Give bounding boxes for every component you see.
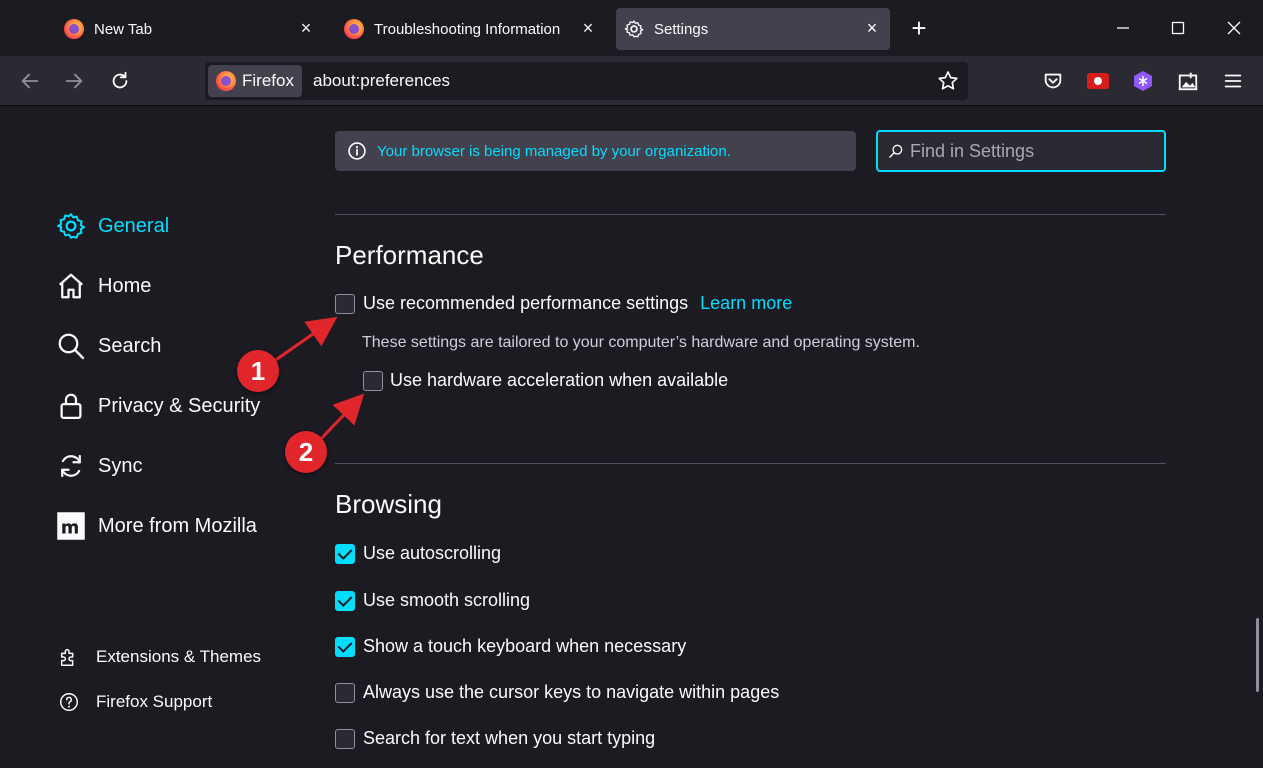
annotation-badge-1: 1 [237, 350, 279, 392]
sidebar-item-privacy[interactable]: Privacy & Security [56, 389, 260, 423]
sidebar-item-more-from-mozilla[interactable]: More from Mozilla [56, 509, 257, 543]
sidebar-item-label: Firefox Support [96, 692, 213, 711]
hardware-acceleration-row: Use hardware acceleration when available [363, 370, 728, 391]
smooth-scrolling-checkbox[interactable] [335, 590, 355, 611]
recommended-performance-label[interactable]: Use recommended performance settings [363, 293, 688, 314]
managed-notice-text: Your browser is being managed by your or… [377, 142, 731, 160]
tab-new-tab[interactable]: New Tab × [56, 8, 324, 50]
sidebar-item-extensions[interactable]: Extensions & Themes [58, 644, 261, 670]
search-icon [889, 144, 903, 158]
nav-bar: Firefox about:preferences [0, 56, 1263, 106]
firefox-logo-icon [344, 19, 364, 39]
gear-icon [57, 213, 85, 239]
cursor-keys-label[interactable]: Always use the cursor keys to navigate w… [363, 682, 779, 703]
sidebar-item-label: Sync [98, 454, 143, 477]
sidebar-item-label: Extensions & Themes [96, 647, 262, 666]
tab-strip: New Tab × Troubleshooting Information × … [0, 0, 1263, 56]
tab-title: Settings [654, 20, 709, 38]
hardware-acceleration-checkbox[interactable] [363, 370, 383, 391]
autoscrolling-row: Use autoscrolling [335, 543, 501, 564]
sidebar-item-general[interactable]: General [56, 209, 169, 243]
sidebar-item-sync[interactable]: Sync [56, 449, 142, 483]
help-icon [60, 693, 78, 711]
tab-close-icon[interactable]: × [862, 18, 882, 38]
arrow-right-icon[interactable] [58, 65, 90, 97]
home-icon [59, 273, 83, 299]
hamburger-icon[interactable] [1220, 68, 1246, 94]
minimize-icon[interactable] [1107, 12, 1139, 44]
sidebar-item-support[interactable]: Firefox Support [58, 689, 212, 715]
tab-close-icon[interactable]: × [578, 18, 598, 38]
maximize-icon[interactable] [1162, 12, 1194, 44]
search-placeholder: Find in Settings [910, 140, 1035, 161]
extension-purple-icon[interactable] [1130, 68, 1156, 94]
gear-icon [624, 20, 644, 38]
reload-icon[interactable] [104, 65, 136, 97]
browsing-heading: Browsing [335, 489, 442, 519]
sidebar-item-home[interactable]: Home [56, 269, 151, 303]
sync-icon [61, 454, 81, 478]
performance-description: These settings are tailored to your comp… [362, 334, 920, 351]
firefox-logo-icon [64, 19, 84, 39]
recommended-performance-checkbox[interactable] [335, 293, 355, 314]
performance-heading: Performance [335, 240, 484, 270]
firefox-logo-icon [216, 71, 236, 91]
sidebar-item-label: More from Mozilla [98, 514, 257, 537]
section-divider [335, 463, 1166, 464]
scrollbar-thumb[interactable] [1256, 618, 1259, 692]
sidebar-item-label: General [98, 214, 170, 237]
touch-keyboard-row: Show a touch keyboard when necessary [335, 636, 686, 657]
url-input[interactable]: about:preferences [313, 71, 450, 91]
puzzle-icon [60, 648, 74, 666]
recommended-performance-row: Use recommended performance settings Lea… [335, 293, 792, 314]
touch-keyboard-label[interactable]: Show a touch keyboard when necessary [363, 636, 686, 657]
close-icon[interactable] [1218, 12, 1250, 44]
tab-close-icon[interactable]: × [296, 18, 316, 38]
mozilla-icon [57, 512, 85, 540]
url-bar[interactable]: Firefox about:preferences [205, 62, 968, 100]
tab-settings[interactable]: Settings × [616, 8, 890, 50]
section-divider [335, 214, 1166, 215]
cursor-keys-row: Always use the cursor keys to navigate w… [335, 682, 779, 703]
arrow-left-icon[interactable] [14, 65, 46, 97]
tab-title: New Tab [94, 20, 153, 38]
screenshot-icon[interactable] [1175, 68, 1201, 94]
hardware-acceleration-label[interactable]: Use hardware acceleration when available [390, 370, 728, 391]
plus-icon[interactable]: + [905, 14, 933, 42]
autoscrolling-label[interactable]: Use autoscrolling [363, 543, 501, 564]
tab-troubleshooting[interactable]: Troubleshooting Information × [336, 8, 606, 50]
search-typing-row: Search for text when you start typing [335, 728, 655, 749]
identity-label: Firefox [242, 71, 294, 90]
learn-more-link[interactable]: Learn more [700, 293, 792, 314]
cursor-keys-checkbox[interactable] [335, 682, 355, 703]
sidebar-item-label: Privacy & Security [98, 394, 261, 417]
settings-page: Your browser is being managed by your or… [0, 106, 1263, 768]
touch-keyboard-checkbox[interactable] [335, 636, 355, 657]
search-icon [58, 333, 85, 360]
pocket-icon[interactable] [1040, 68, 1066, 94]
extension-red-icon[interactable] [1085, 68, 1111, 94]
sidebar-item-search[interactable]: Search [56, 329, 161, 363]
lock-icon [60, 393, 82, 419]
annotation-badge-2: 2 [285, 431, 327, 473]
star-icon[interactable] [936, 69, 960, 93]
info-icon [348, 142, 366, 160]
tab-title: Troubleshooting Information [374, 20, 561, 38]
smooth-scrolling-label[interactable]: Use smooth scrolling [363, 590, 530, 611]
search-typing-label[interactable]: Search for text when you start typing [363, 728, 655, 749]
sidebar-item-label: Search [98, 334, 162, 357]
smooth-scrolling-row: Use smooth scrolling [335, 590, 530, 611]
search-input[interactable]: Find in Settings [876, 130, 1166, 172]
search-typing-checkbox[interactable] [335, 728, 355, 749]
sidebar-item-label: Home [98, 274, 152, 297]
managed-notice[interactable]: Your browser is being managed by your or… [335, 131, 856, 171]
identity-box[interactable]: Firefox [208, 65, 302, 97]
autoscrolling-checkbox[interactable] [335, 543, 355, 564]
